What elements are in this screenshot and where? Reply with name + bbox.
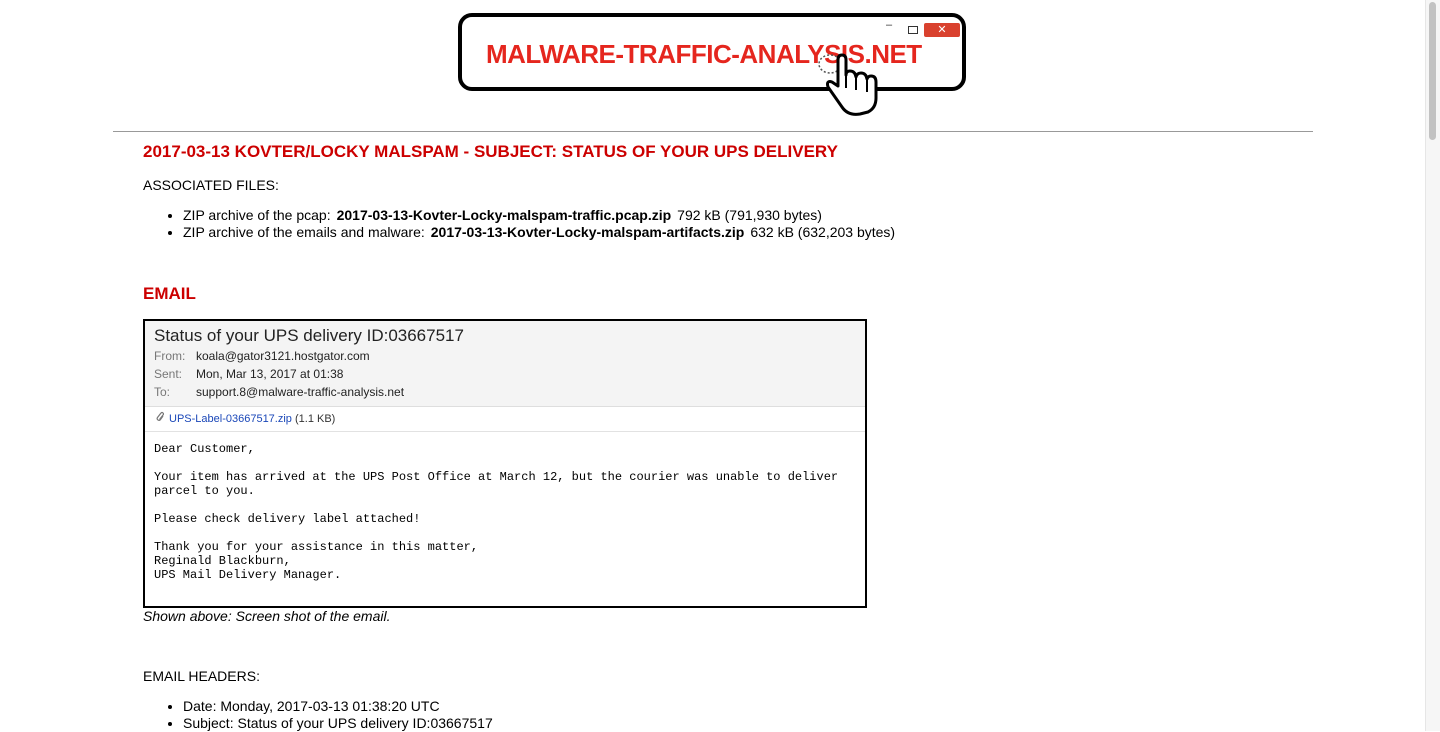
from-label: From: xyxy=(154,349,186,363)
email-headers-label: EMAIL HEADERS: xyxy=(143,668,260,684)
email-section-title: EMAIL xyxy=(143,284,196,303)
scrollbar[interactable] xyxy=(1425,0,1440,731)
file-link[interactable]: 2017-03-13-Kovter-Locky-malspam-artifact… xyxy=(431,224,745,240)
paperclip-icon xyxy=(155,407,165,431)
attachment-row: UPS-Label-03667517.zip (1.1 KB) xyxy=(145,407,865,432)
from-value: koala@gator3121.hostgator.com xyxy=(196,349,370,363)
email-to-row: To: support.8@malware-traffic-analysis.ne… xyxy=(154,383,856,401)
email-body: Dear Customer, Your item has arrived at … xyxy=(154,442,839,582)
list-item: ZIP archive of the emails and malware: 20… xyxy=(183,224,895,241)
file-description: ZIP archive of the emails and malware: xyxy=(183,224,425,240)
pointing-hand-icon xyxy=(818,53,878,116)
associated-files-list: ZIP archive of the pcap: 2017-03-13-Kovte… xyxy=(143,207,895,241)
divider xyxy=(113,131,1313,132)
file-link[interactable]: 2017-03-13-Kovter-Locky-malspam-traffic.… xyxy=(337,207,672,223)
screenshot-caption: Shown above: Screen shot of the email. xyxy=(143,608,391,624)
email-subject: Status of your UPS delivery ID:03667517 xyxy=(154,326,464,345)
email-header-panel: Status of your UPS delivery ID:03667517 … xyxy=(145,321,865,407)
close-icon: ✕ xyxy=(924,23,960,37)
list-item: ZIP archive of the pcap: 2017-03-13-Kovte… xyxy=(183,207,895,224)
email-screenshot: Status of your UPS delivery ID:03667517 … xyxy=(143,319,867,608)
to-value: support.8@malware-traffic-analysis.net xyxy=(196,385,405,399)
associated-files-label: ASSOCIATED FILES: xyxy=(143,177,279,193)
attachment-size: (1.1 KB) xyxy=(294,413,336,425)
site-logo[interactable]: – ✕ MALWARE-TRAFFIC-ANALYSIS.NET xyxy=(458,13,966,91)
file-size: 792 kB (791,930 bytes) xyxy=(677,207,822,223)
to-label: To: xyxy=(154,385,171,399)
file-description: ZIP archive of the pcap: xyxy=(183,207,331,223)
sent-label: Sent: xyxy=(154,367,183,381)
email-sent-row: Sent: Mon, Mar 13, 2017 at 01:38 xyxy=(154,365,856,383)
attachment-link[interactable]: UPS-Label-03667517.zip xyxy=(169,413,292,425)
sent-value: Mon, Mar 13, 2017 at 01:38 xyxy=(196,367,344,381)
email-headers-list: Date: Monday, 2017-03-13 01:38:20 UTC Su… xyxy=(143,698,493,732)
page-title: 2017-03-13 KOVTER/LOCKY MALSPAM - SUBJEC… xyxy=(143,142,838,161)
file-size: 632 kB (632,203 bytes) xyxy=(750,224,896,240)
email-from-row: From: koala@gator3121.hostgator.com xyxy=(154,347,856,365)
minimize-icon: – xyxy=(886,19,893,31)
list-item: Date: Monday, 2017-03-13 01:38:20 UTC xyxy=(183,698,493,715)
maximize-icon xyxy=(908,26,918,34)
scrollbar-thumb[interactable] xyxy=(1429,2,1436,140)
list-item: Subject: Status of your UPS delivery ID:… xyxy=(183,715,493,732)
